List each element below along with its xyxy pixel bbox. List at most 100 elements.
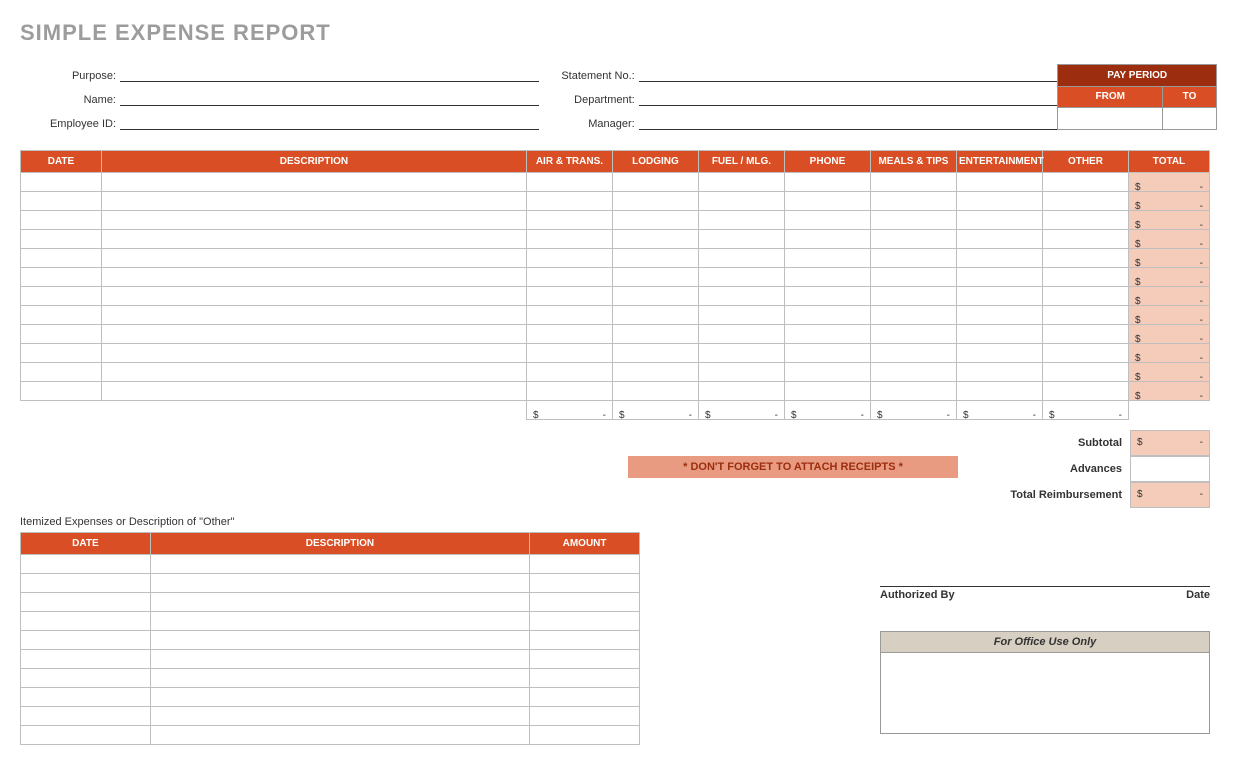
itemized-cell[interactable] <box>21 669 151 688</box>
employee-id-input[interactable] <box>120 114 539 130</box>
expense-cell[interactable] <box>101 344 526 363</box>
pay-period-to[interactable] <box>1163 108 1217 130</box>
expense-cell[interactable] <box>526 211 612 230</box>
itemized-cell[interactable] <box>21 688 151 707</box>
expense-cell[interactable] <box>612 287 698 306</box>
expense-cell[interactable] <box>1042 249 1128 268</box>
department-input[interactable] <box>639 90 1058 106</box>
itemized-cell[interactable] <box>150 650 529 669</box>
itemized-cell[interactable] <box>21 726 151 745</box>
expense-cell[interactable] <box>526 344 612 363</box>
itemized-cell[interactable] <box>530 631 640 650</box>
expense-cell[interactable] <box>698 287 784 306</box>
expense-cell[interactable] <box>21 287 102 306</box>
itemized-cell[interactable] <box>530 574 640 593</box>
expense-cell[interactable] <box>1042 344 1128 363</box>
expense-cell[interactable] <box>1042 230 1128 249</box>
expense-cell[interactable] <box>21 382 102 401</box>
itemized-cell[interactable] <box>150 555 529 574</box>
name-input[interactable] <box>120 90 539 106</box>
expense-cell[interactable] <box>101 306 526 325</box>
expense-cell[interactable] <box>526 363 612 382</box>
expense-cell[interactable] <box>612 249 698 268</box>
expense-cell[interactable] <box>526 249 612 268</box>
pay-period-from[interactable] <box>1058 108 1163 130</box>
itemized-cell[interactable] <box>21 593 151 612</box>
expense-cell[interactable] <box>870 173 956 192</box>
expense-cell[interactable] <box>698 211 784 230</box>
expense-cell[interactable] <box>21 268 102 287</box>
expense-cell[interactable] <box>612 192 698 211</box>
expense-cell[interactable] <box>698 344 784 363</box>
statement-no-input[interactable] <box>639 66 1058 82</box>
purpose-input[interactable] <box>120 66 539 82</box>
expense-cell[interactable] <box>870 382 956 401</box>
expense-cell[interactable] <box>526 192 612 211</box>
itemized-cell[interactable] <box>21 612 151 631</box>
itemized-cell[interactable] <box>530 726 640 745</box>
expense-cell[interactable] <box>612 230 698 249</box>
expense-cell[interactable] <box>784 268 870 287</box>
expense-cell[interactable] <box>101 325 526 344</box>
expense-cell[interactable] <box>870 287 956 306</box>
itemized-cell[interactable] <box>150 631 529 650</box>
itemized-cell[interactable] <box>530 593 640 612</box>
expense-cell[interactable] <box>870 363 956 382</box>
expense-cell[interactable] <box>526 230 612 249</box>
expense-cell[interactable] <box>526 325 612 344</box>
expense-cell[interactable] <box>784 325 870 344</box>
expense-cell[interactable] <box>956 325 1042 344</box>
itemized-cell[interactable] <box>150 612 529 631</box>
expense-cell[interactable] <box>956 249 1042 268</box>
expense-cell[interactable] <box>784 287 870 306</box>
itemized-cell[interactable] <box>21 574 151 593</box>
expense-cell[interactable] <box>698 268 784 287</box>
expense-cell[interactable] <box>870 268 956 287</box>
expense-cell[interactable] <box>870 344 956 363</box>
itemized-cell[interactable] <box>21 631 151 650</box>
expense-cell[interactable] <box>870 192 956 211</box>
office-use-body[interactable] <box>881 653 1209 733</box>
expense-cell[interactable] <box>870 230 956 249</box>
expense-cell[interactable] <box>526 173 612 192</box>
expense-cell[interactable] <box>698 249 784 268</box>
expense-cell[interactable] <box>21 344 102 363</box>
expense-cell[interactable] <box>101 173 526 192</box>
expense-cell[interactable] <box>21 192 102 211</box>
expense-cell[interactable] <box>956 344 1042 363</box>
expense-cell[interactable] <box>612 325 698 344</box>
expense-cell[interactable] <box>698 192 784 211</box>
expense-cell[interactable] <box>956 306 1042 325</box>
expense-cell[interactable] <box>784 249 870 268</box>
expense-cell[interactable] <box>526 268 612 287</box>
itemized-cell[interactable] <box>150 574 529 593</box>
expense-cell[interactable] <box>784 211 870 230</box>
expense-cell[interactable] <box>612 211 698 230</box>
expense-cell[interactable] <box>784 173 870 192</box>
itemized-cell[interactable] <box>21 555 151 574</box>
expense-cell[interactable] <box>956 230 1042 249</box>
itemized-cell[interactable] <box>530 707 640 726</box>
itemized-cell[interactable] <box>150 726 529 745</box>
expense-cell[interactable] <box>21 363 102 382</box>
expense-cell[interactable] <box>870 306 956 325</box>
expense-cell[interactable] <box>698 230 784 249</box>
expense-cell[interactable] <box>101 192 526 211</box>
expense-cell[interactable] <box>784 192 870 211</box>
expense-cell[interactable] <box>784 344 870 363</box>
advances-value[interactable] <box>1130 456 1210 482</box>
expense-cell[interactable] <box>101 287 526 306</box>
expense-cell[interactable] <box>956 211 1042 230</box>
manager-input[interactable] <box>639 114 1058 130</box>
expense-cell[interactable] <box>612 173 698 192</box>
expense-cell[interactable] <box>101 382 526 401</box>
expense-cell[interactable] <box>1042 325 1128 344</box>
expense-cell[interactable] <box>1042 211 1128 230</box>
expense-cell[interactable] <box>1042 268 1128 287</box>
expense-cell[interactable] <box>21 325 102 344</box>
expense-cell[interactable] <box>784 306 870 325</box>
itemized-cell[interactable] <box>530 650 640 669</box>
expense-cell[interactable] <box>21 230 102 249</box>
expense-cell[interactable] <box>21 173 102 192</box>
expense-cell[interactable] <box>956 173 1042 192</box>
